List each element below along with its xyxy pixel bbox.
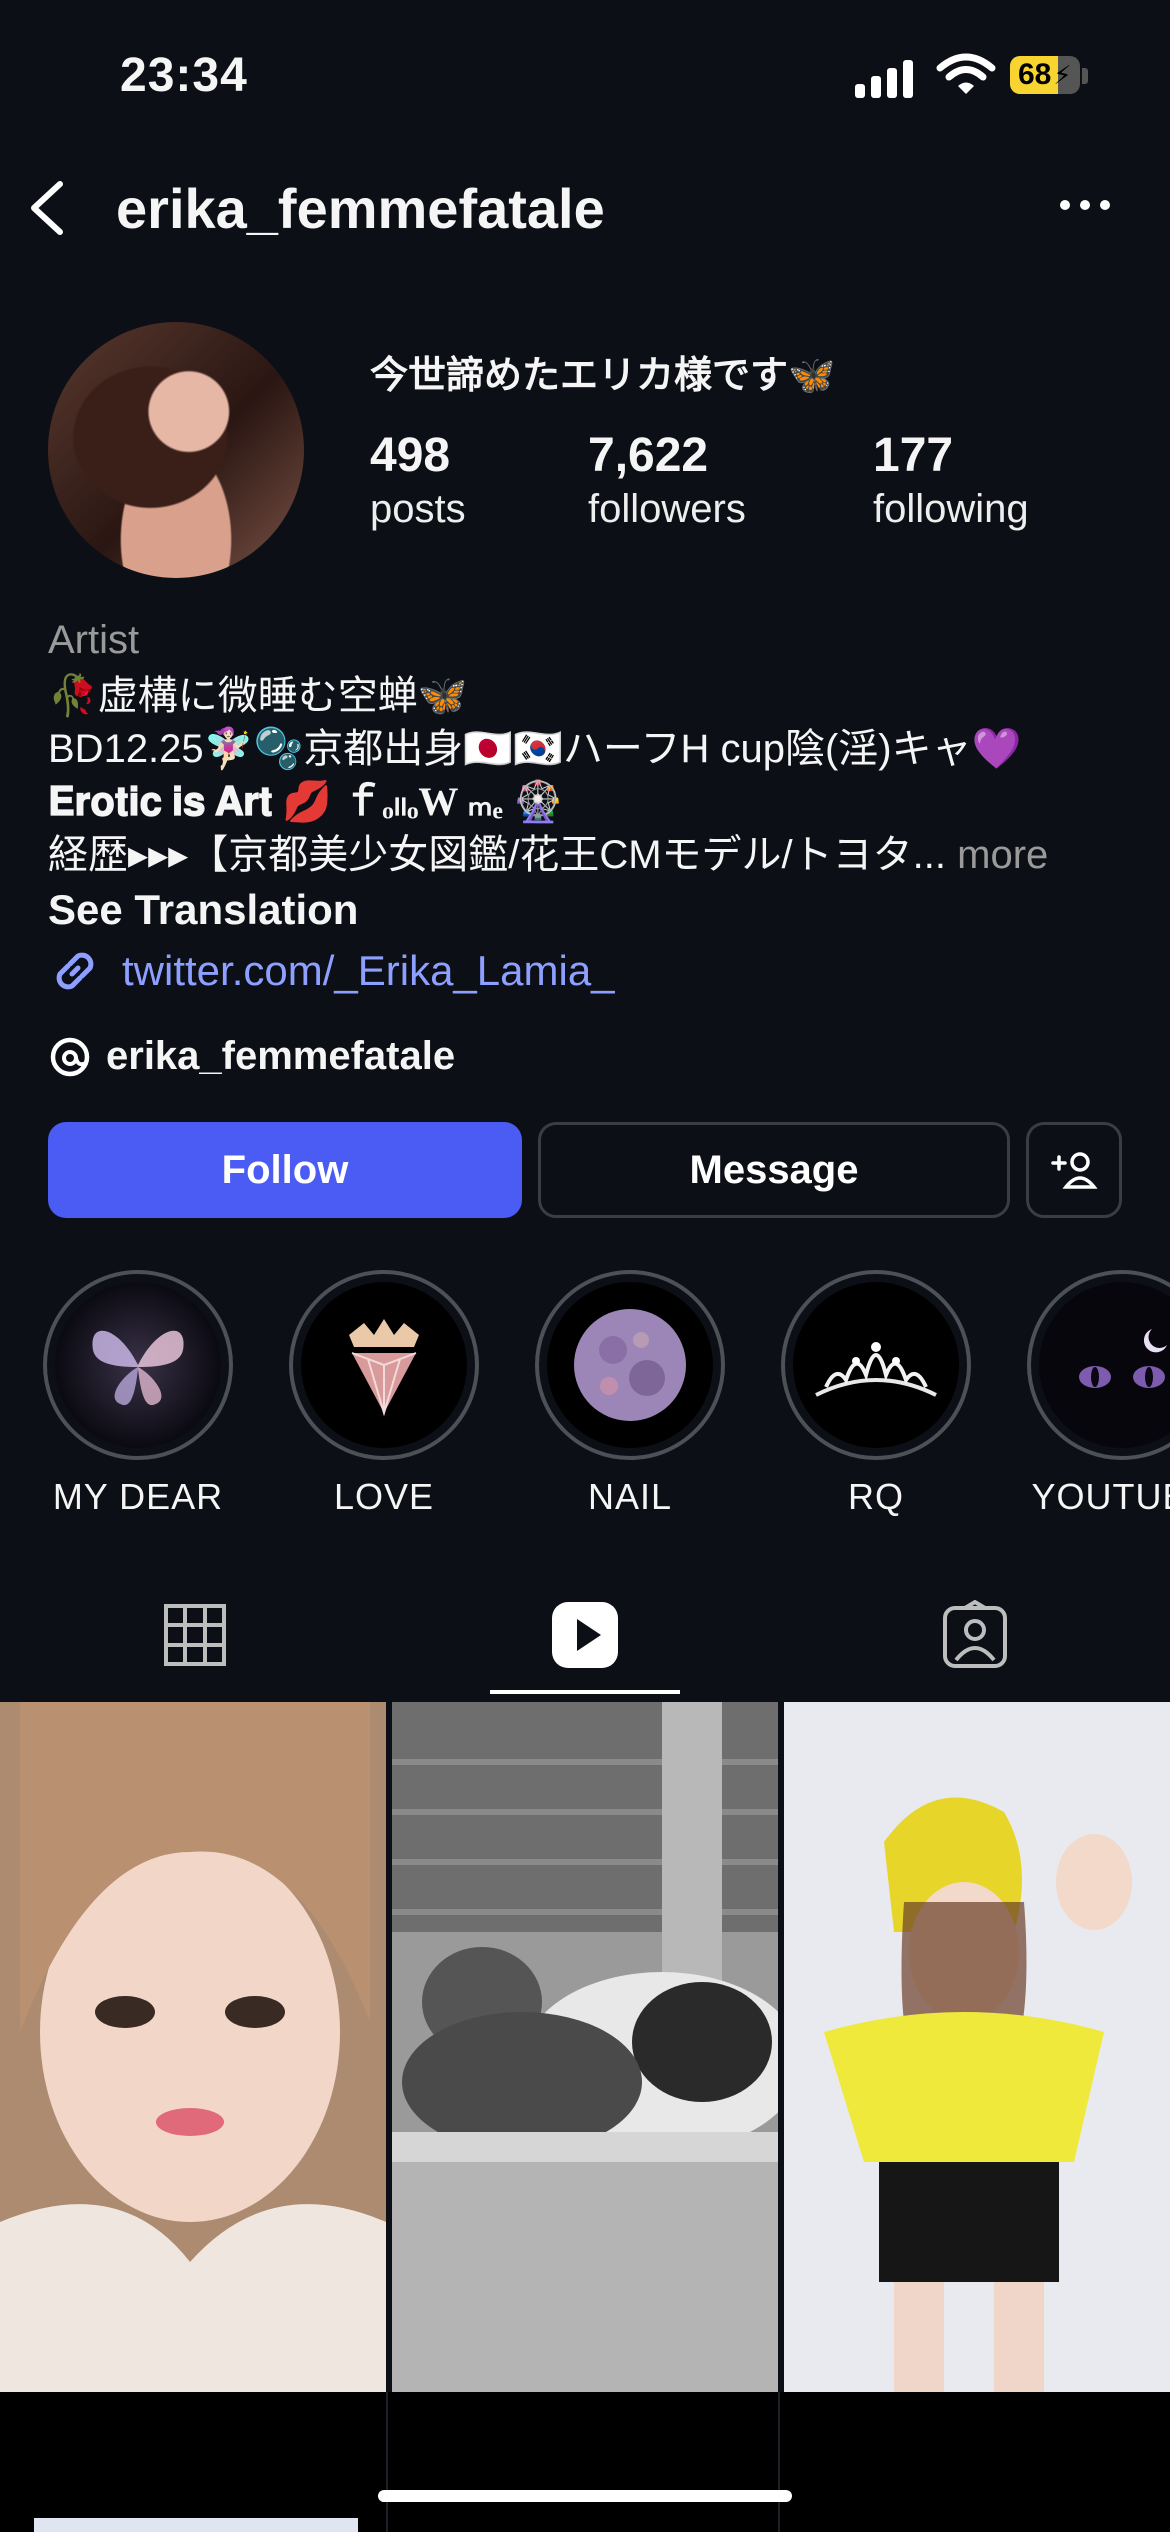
- grid-next-row: [0, 2392, 1170, 2532]
- bio-line-3: 𝐄𝐫𝐨𝐭𝐢𝐜 𝐢𝐬 𝐀𝐫𝐭 💋 ｆₒₗₗₒW ₘₑ 🎡: [48, 779, 563, 824]
- moon-icon: [574, 1309, 686, 1421]
- diamond-crown-icon: [349, 1319, 419, 1417]
- bio-more-link[interactable]: more: [957, 833, 1048, 877]
- tiara-icon: [815, 1342, 937, 1397]
- bio-line-4-text: 経歴▸▸▸【京都美少女図鑑/花王CMモデル/トヨタ...: [48, 833, 947, 877]
- home-indicator[interactable]: [378, 2490, 792, 2502]
- highlight-youtube[interactable]: YOUTUBE: [1024, 1270, 1170, 1518]
- threads-icon: [50, 1037, 90, 1076]
- tagged-person-icon[interactable]: [940, 1600, 1010, 1670]
- profile-username: erika_femmefatale: [116, 177, 605, 240]
- battery-cap: [1082, 68, 1088, 84]
- stat-posts[interactable]: 498 posts: [370, 428, 466, 534]
- active-tab-indicator: [490, 1690, 680, 1694]
- add-person-icon: [1051, 1152, 1098, 1189]
- more-options-icon[interactable]: [1060, 200, 1110, 210]
- display-name: 今世諦めたエリカ様です🦋: [370, 355, 836, 397]
- threads-badge[interactable]: erika_femmefatale: [48, 1034, 455, 1079]
- stat-following-label: following: [873, 487, 1029, 531]
- butterfly-icon: [92, 1330, 184, 1406]
- bio-line-4: 経歴▸▸▸【京都美少女図鑑/花王CMモデル/トヨタ... more: [48, 829, 1048, 881]
- message-button[interactable]: Message: [538, 1122, 1010, 1218]
- stat-posts-value: 498: [370, 429, 451, 482]
- reel-thumbnail[interactable]: [392, 1702, 778, 2392]
- grid-icon[interactable]: [160, 1600, 230, 1670]
- grid-divider: [778, 2392, 780, 2532]
- charging-bolt-icon: ⚡: [1053, 59, 1072, 90]
- highlight-rq[interactable]: RQ: [778, 1270, 974, 1518]
- back-chevron-icon[interactable]: [22, 178, 72, 238]
- grid-divider: [386, 2392, 388, 2532]
- wifi-icon: [936, 53, 996, 94]
- cellular-signal-icon: [855, 56, 915, 98]
- highlight-label: YOUTUBE: [1031, 1476, 1170, 1517]
- threads-handle: erika_femmefatale: [106, 1034, 456, 1078]
- stat-followers-value: 7,622: [588, 429, 709, 482]
- stat-following-value: 177: [873, 429, 954, 482]
- battery-charging-icon: 68 ⚡: [1010, 56, 1080, 94]
- status-time: 23:34: [120, 49, 248, 102]
- bio-line-2: BD12.25🧚🏻‍♀️🫧京都出身🇯🇵🇰🇷ハーフH cup陰(淫)キャ💜: [48, 727, 1022, 771]
- external-link-text: twitter.com/_Erika_Lamia_: [122, 947, 615, 994]
- stat-followers-label: followers: [588, 487, 746, 531]
- profile-category: Artist: [48, 618, 140, 662]
- suggested-accounts-button[interactable]: [1026, 1122, 1122, 1218]
- reel-image-yellow-costume: [784, 1702, 1170, 2392]
- see-translation-link[interactable]: See Translation: [48, 886, 358, 934]
- stat-posts-label: posts: [370, 487, 466, 531]
- highlight-label: NAIL: [587, 1476, 673, 1517]
- reel-thumbnail[interactable]: [784, 1702, 1170, 2392]
- battery-level: 68: [1018, 58, 1052, 91]
- link-icon: [56, 952, 94, 990]
- stat-followers[interactable]: 7,622 followers: [588, 428, 746, 534]
- highlight-my-dear[interactable]: MY DEAR: [40, 1270, 236, 1518]
- highlight-label: RQ: [848, 1476, 904, 1517]
- follow-button[interactable]: Follow: [48, 1122, 522, 1218]
- next-row-thumbnail-peek: [34, 2518, 358, 2532]
- reel-image-selfie: [0, 1702, 386, 2392]
- reel-image-cats: [392, 1702, 778, 2392]
- reels-play-icon[interactable]: [550, 1600, 620, 1670]
- external-link[interactable]: twitter.com/_Erika_Lamia_: [48, 944, 615, 998]
- highlight-label: LOVE: [333, 1476, 435, 1517]
- avatar[interactable]: [48, 322, 304, 578]
- cat-eyes-icon: [1079, 1329, 1167, 1388]
- bio-line-1: 🥀虚構に微睡む空蝉🦋: [48, 674, 468, 718]
- stat-following[interactable]: 177 following: [873, 428, 1029, 534]
- highlight-love[interactable]: LOVE: [286, 1270, 482, 1518]
- highlight-nail[interactable]: NAIL: [532, 1270, 728, 1518]
- reel-thumbnail[interactable]: [0, 1702, 386, 2392]
- highlight-label: MY DEAR: [52, 1476, 224, 1517]
